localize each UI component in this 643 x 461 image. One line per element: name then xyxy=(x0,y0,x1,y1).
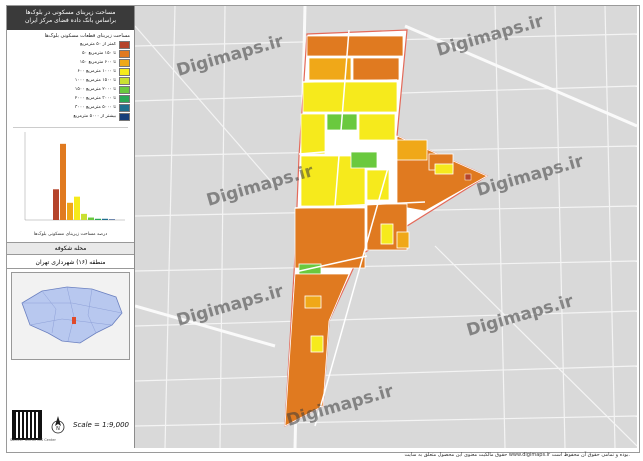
histogram-bar xyxy=(95,218,101,220)
locator-inset-map xyxy=(11,272,130,360)
legend-swatch xyxy=(119,40,130,49)
legend-label: ۳۰۰۰ تا ۵۰۰۰ مترمربع xyxy=(74,105,116,110)
legend-label: ۱۵۰۰ تا ۲۰۰۰ مترمربع xyxy=(74,87,116,92)
legend-swatch xyxy=(119,58,130,67)
map-title: مساحت زیربنای مسکونی در بلوک‌ها xyxy=(25,9,116,16)
qr-code xyxy=(12,410,42,440)
histogram-bar xyxy=(60,143,66,220)
legend-label: ۱۵۰ تا ۶۰۰ مترمربع xyxy=(79,60,116,65)
legend-items: کمتر از ۵۰ مترمربع ۵۰ تا ۱۵۰ مترمربع ۱۵۰ ت… xyxy=(11,40,130,121)
histogram-caption: درصد مساحت زیربنای مسکونی بلوک‌ها xyxy=(33,232,108,237)
scale-text: Scale = 1:9,000 xyxy=(73,421,129,429)
histogram-bar xyxy=(109,219,115,220)
legend-swatch xyxy=(119,112,130,121)
legend: مساحت زیربنای قطعات مسکونی بلوک‌ها کمتر … xyxy=(11,33,130,121)
histogram-bar xyxy=(81,213,87,220)
place-box: محله شکوفه xyxy=(7,242,134,255)
legend-item: کمتر از ۵۰ مترمربع xyxy=(11,40,130,49)
legend-item: ۳۰۰۰ تا ۵۰۰۰ مترمربع xyxy=(11,103,130,112)
legend-item: ۱۵۰۰ تا ۲۰۰۰ مترمربع xyxy=(11,85,130,94)
legend-label: ۲۰۰۰ تا ۳۰۰۰ مترمربع xyxy=(74,96,116,101)
histogram-bar xyxy=(102,218,108,220)
legend-item: ۱۵۰ تا ۶۰۰ مترمربع xyxy=(11,58,130,67)
legend-swatch xyxy=(119,94,130,103)
histogram-bar xyxy=(53,189,59,220)
legend-label: ۱۰۰۰ تا ۱۵۰۰ مترمربع xyxy=(74,78,116,83)
north-arrow-icon: N xyxy=(51,416,64,434)
legend-label: بیشتر از ۵۰۰۰ مترمربع xyxy=(73,114,116,119)
legend-label: کمتر از ۵۰ مترمربع xyxy=(80,42,116,47)
study-area-marker xyxy=(72,317,76,324)
histogram-bar xyxy=(88,217,94,220)
legend-label: ۶۰۰ تا ۱۰۰۰ مترمربع xyxy=(77,69,116,74)
legend-swatch xyxy=(119,67,130,76)
neighborhood-name: محله شکوفه xyxy=(54,245,87,252)
locator-svg xyxy=(21,286,123,344)
district-box: منطقه (۱۶) شهرداری تهران xyxy=(7,257,134,269)
map-header: مساحت زیربنای مسکونی در بلوک‌ها براساس ب… xyxy=(7,6,134,30)
legend-item: ۶۰۰ تا ۱۰۰۰ مترمربع xyxy=(11,67,130,76)
map-subtitle: براساس بانک داده فضای مرکز ایران xyxy=(24,17,117,24)
map-footer-elements: N Scale = 1:9,000 xyxy=(7,408,134,442)
histogram-svg xyxy=(24,132,125,221)
legend-item: بیشتر از ۵۰۰۰ مترمربع xyxy=(11,112,130,121)
legend-swatch xyxy=(119,103,130,112)
histogram-bar xyxy=(67,202,73,220)
legend-item: ۵۰ تا ۱۵۰ مترمربع xyxy=(11,49,130,58)
source-credit: Source: Tehran GIS Center xyxy=(10,438,57,442)
legend-item: ۲۰۰۰ تا ۳۰۰۰ مترمربع xyxy=(11,94,130,103)
legend-item: ۱۰۰۰ تا ۱۵۰۰ مترمربع xyxy=(11,76,130,85)
legend-panel: مساحت زیربنای مسکونی در بلوک‌ها براساس ب… xyxy=(7,6,135,448)
legend-title: مساحت زیربنای قطعات مسکونی بلوک‌ها xyxy=(44,33,130,39)
legend-swatch xyxy=(119,85,130,94)
histogram-bar xyxy=(74,196,80,220)
copyright-footer: حقوق مالکیت معنوی این محصول متعلق به سای… xyxy=(404,452,630,458)
district-name: منطقه (۱۶) شهرداری تهران xyxy=(35,259,106,266)
legend-swatch xyxy=(119,49,130,58)
area-histogram: درصد مساحت زیربنای مسکونی بلوک‌ها xyxy=(13,127,128,240)
main-map[interactable]: Digimaps.ir Digimaps.ir Digimaps.ir Digi… xyxy=(135,6,637,448)
legend-swatch xyxy=(119,76,130,85)
svg-text:N: N xyxy=(56,426,60,432)
tehran-outline xyxy=(21,286,123,344)
legend-label: ۵۰ تا ۱۵۰ مترمربع xyxy=(82,51,116,56)
